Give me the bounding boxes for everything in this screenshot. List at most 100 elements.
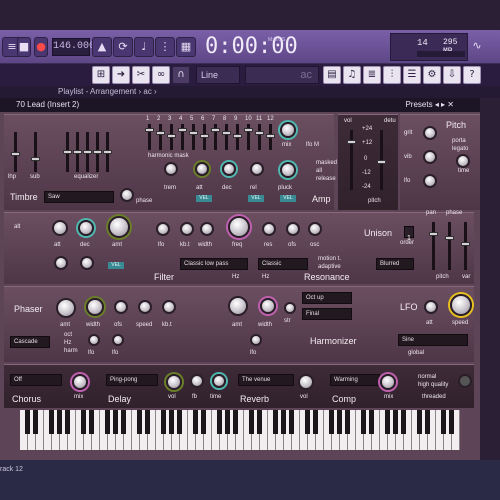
presets-menu[interactable]: Presets ◂ ▸ ✕ [405,98,454,112]
lfo-att-knob[interactable] [424,300,438,314]
black-key[interactable] [89,410,94,434]
pattern-icon[interactable]: ▦ [176,37,196,57]
black-key[interactable] [257,410,262,434]
phaser-kbt-knob[interactable] [162,300,176,314]
delay-fb-knob[interactable] [190,374,204,388]
pitch-fader[interactable] [377,130,386,190]
help-icon[interactable] [458,374,472,388]
cut-icon[interactable]: ✂ [132,66,150,84]
lhp-slider[interactable] [11,132,20,172]
motion-option[interactable]: motion t. [318,256,341,262]
metronome-icon[interactable]: ♩ [134,37,154,57]
black-key[interactable] [313,410,318,434]
mix-knob[interactable] [280,122,296,138]
eq-slider-1[interactable] [63,132,72,172]
harm-str-knob[interactable] [284,302,296,314]
eq-slider-4[interactable] [93,132,102,172]
step-icon[interactable]: ⋮ [155,37,175,57]
chorus-mix-knob[interactable] [72,374,88,390]
black-key[interactable] [361,410,366,434]
filter-freq-knob[interactable] [228,216,250,238]
black-key[interactable] [305,410,310,434]
black-key[interactable] [65,410,70,434]
tempo-display[interactable]: 146.000 [52,38,95,56]
resonance-type-select[interactable]: Classic [258,258,308,270]
unison-pan-slider[interactable] [429,222,438,270]
chorus-mode-select[interactable]: Off [10,374,62,386]
harmonic-slider-12[interactable] [266,124,275,150]
phaser-ofs-knob[interactable] [114,300,128,314]
black-key[interactable] [25,410,30,434]
adaptive-option[interactable]: adaptive [318,264,341,270]
black-key[interactable] [249,410,254,434]
amp-vel-3[interactable]: VEL [280,195,296,202]
black-key[interactable] [289,410,294,434]
filter-shape-1[interactable] [54,256,68,270]
black-key[interactable] [105,410,110,434]
black-key[interactable] [417,410,422,434]
black-key[interactable] [121,410,126,434]
harmonic-slider-8[interactable] [222,124,231,150]
lfo-global-option[interactable]: global [408,350,424,356]
unison-phase-slider[interactable] [445,222,454,270]
mixer-icon[interactable]: ⫶ [383,66,401,84]
black-key[interactable] [169,410,174,434]
legato-option[interactable]: legato [452,146,468,152]
filter-res-knob[interactable] [262,222,276,236]
porta-time-knob[interactable] [456,154,470,168]
pattern-select[interactable]: ac [245,66,319,84]
black-key[interactable] [201,410,206,434]
harmonic-slider-9[interactable] [233,124,242,150]
filter-osc-knob[interactable] [308,222,322,236]
phaser-amt-knob[interactable] [56,298,76,318]
amp-att-knob[interactable] [195,162,209,176]
black-key[interactable] [329,410,334,434]
eq-slider-5[interactable] [103,132,112,172]
harm-width-knob[interactable] [260,298,276,314]
masked-option[interactable]: masked [316,160,337,166]
amp-dec-knob[interactable] [222,162,236,176]
phaser-width-knob[interactable] [86,298,104,316]
lfo-shape-select[interactable]: Sine [398,334,468,346]
black-key[interactable] [137,410,142,434]
black-key[interactable] [441,410,446,434]
harmonic-slider-1[interactable] [145,124,154,150]
phaser-speed-knob[interactable] [138,300,152,314]
porta-option[interactable]: porta [452,138,466,144]
harm-amt-knob[interactable] [228,296,248,316]
threaded-option[interactable]: threaded [422,394,446,400]
black-key[interactable] [33,410,38,434]
alt-toggle[interactable]: alt [14,224,20,230]
phaser-lfo-knob-2[interactable] [112,334,124,346]
filter-amt-knob[interactable] [108,216,130,238]
harmonic-slider-2[interactable] [156,124,165,150]
stop-button[interactable]: ■ [17,37,31,57]
download-icon[interactable]: ⇩ [443,66,461,84]
reverb-vol-knob[interactable] [298,374,314,390]
black-key[interactable] [345,410,350,434]
loop-icon[interactable]: ⟳ [113,37,133,57]
grit-knob[interactable] [423,126,437,140]
eq-slider-3[interactable] [83,132,92,172]
playlist-breadcrumb[interactable]: Playlist - Arrangement › ac › [0,86,500,98]
harm-mode-select[interactable]: Final [302,308,352,320]
release-option[interactable]: release [316,176,336,182]
filter-kbt-knob[interactable] [180,222,194,236]
black-key[interactable] [225,410,230,434]
filter-shape-2[interactable] [80,256,94,270]
lfo-speed-knob[interactable] [450,294,472,316]
filter-att-knob[interactable] [52,220,68,236]
pitch-lfo-knob[interactable] [423,174,437,188]
up-arrow-icon[interactable]: ▲ [92,37,112,57]
harmonic-slider-10[interactable] [244,124,253,150]
amp-vel-1[interactable]: VEL [196,195,212,202]
harmonic-slider-5[interactable] [189,124,198,150]
phaser-oct-option[interactable]: oct [64,332,72,338]
eq-slider-2[interactable] [73,132,82,172]
phase-knob[interactable] [120,188,134,202]
black-key[interactable] [449,410,454,434]
harmonic-slider-11[interactable] [255,124,264,150]
unison-mode-select[interactable]: Blurred [376,258,414,270]
phaser-hz-option[interactable]: Hz [64,340,71,346]
record-button[interactable]: ● [34,37,48,57]
